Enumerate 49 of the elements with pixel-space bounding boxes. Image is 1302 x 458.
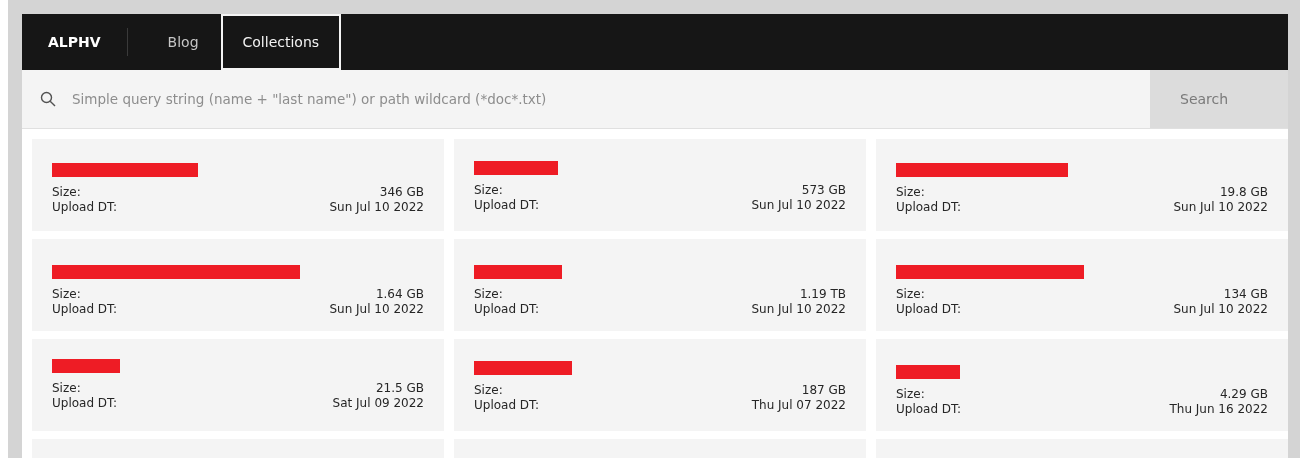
collection-card[interactable]: Size: 346 GB Upload DT: Sun Jul 10 2022 (32, 139, 444, 231)
collection-card[interactable]: Size: 1.19 TB Upload DT: Sun Jul 10 2022 (454, 239, 866, 331)
size-label: Size: (896, 185, 925, 200)
date-value: Thu Jun 16 2022 (1169, 402, 1268, 417)
brand-name[interactable]: ALPHV (22, 14, 127, 70)
size-value: 1.64 GB (375, 287, 424, 302)
size-label: Size: (474, 183, 503, 198)
date-label: Upload DT: (896, 302, 962, 317)
date-value: Sun Jul 10 2022 (1173, 200, 1268, 215)
size-value: 134 GB (1223, 287, 1268, 302)
date-value: Sat Jul 09 2022 (332, 396, 424, 411)
size-value: 346 GB (379, 185, 424, 200)
date-label: Upload DT: (52, 302, 118, 317)
size-value: 19.8 GB (1219, 185, 1268, 200)
date-value: Sun Jul 10 2022 (1173, 302, 1268, 317)
date-value: Sun Jul 10 2022 (751, 198, 846, 213)
size-label: Size: (474, 383, 503, 398)
collection-card[interactable]: Size: 19.8 GB Upload DT: Sun Jul 10 2022 (876, 139, 1288, 231)
size-value: 4.29 GB (1219, 387, 1268, 402)
date-value: Thu Jul 07 2022 (751, 398, 846, 413)
date-label: Upload DT: (52, 396, 118, 411)
date-label: Upload DT: (474, 398, 540, 413)
size-value: 187 GB (801, 383, 846, 398)
collection-card[interactable]: Size: 134 GB Upload DT: Sun Jul 10 2022 (876, 239, 1288, 331)
size-label: Size: (474, 287, 503, 302)
date-value: Sun Jul 10 2022 (751, 302, 846, 317)
size-label: Size: (896, 287, 925, 302)
date-value: Sun Jul 10 2022 (329, 302, 424, 317)
nav-tab[interactable]: Collections (220, 14, 342, 70)
search-field[interactable]: Simple query string (name + "last name") or path wildcard (*doc*.txt) (22, 70, 1150, 128)
size-label: Size: (52, 185, 81, 200)
date-label: Upload DT: (896, 200, 962, 215)
size-value: 1.19 TB (799, 287, 846, 302)
size-value: 573 GB (801, 183, 846, 198)
collection-card[interactable]: Size: 21.5 GB Upload DT: Sat Jul 09 2022 (32, 339, 444, 431)
collection-card[interactable]: Size: 4.29 GB Upload DT: Thu Jun 16 2022 (876, 339, 1288, 431)
date-label: Upload DT: (896, 402, 962, 417)
date-label: Upload DT: (52, 200, 118, 215)
size-label: Size: (52, 287, 81, 302)
size-label: Size: (896, 387, 925, 402)
date-label: Upload DT: (474, 198, 540, 213)
nav-tab[interactable]: Blog (145, 14, 221, 70)
size-label: Size: (52, 381, 81, 396)
date-value: Sun Jul 10 2022 (329, 200, 424, 215)
collection-card[interactable]: Size: 573 GB Upload DT: Sun Jul 10 2022 (454, 139, 866, 231)
collection-card[interactable]: Size: 1.64 GB Upload DT: Sun Jul 10 2022 (32, 239, 444, 331)
date-label: Upload DT: (474, 302, 540, 317)
collection-card[interactable]: Size: 187 GB Upload DT: Thu Jul 07 2022 (454, 339, 866, 431)
size-value: 21.5 GB (375, 381, 424, 396)
